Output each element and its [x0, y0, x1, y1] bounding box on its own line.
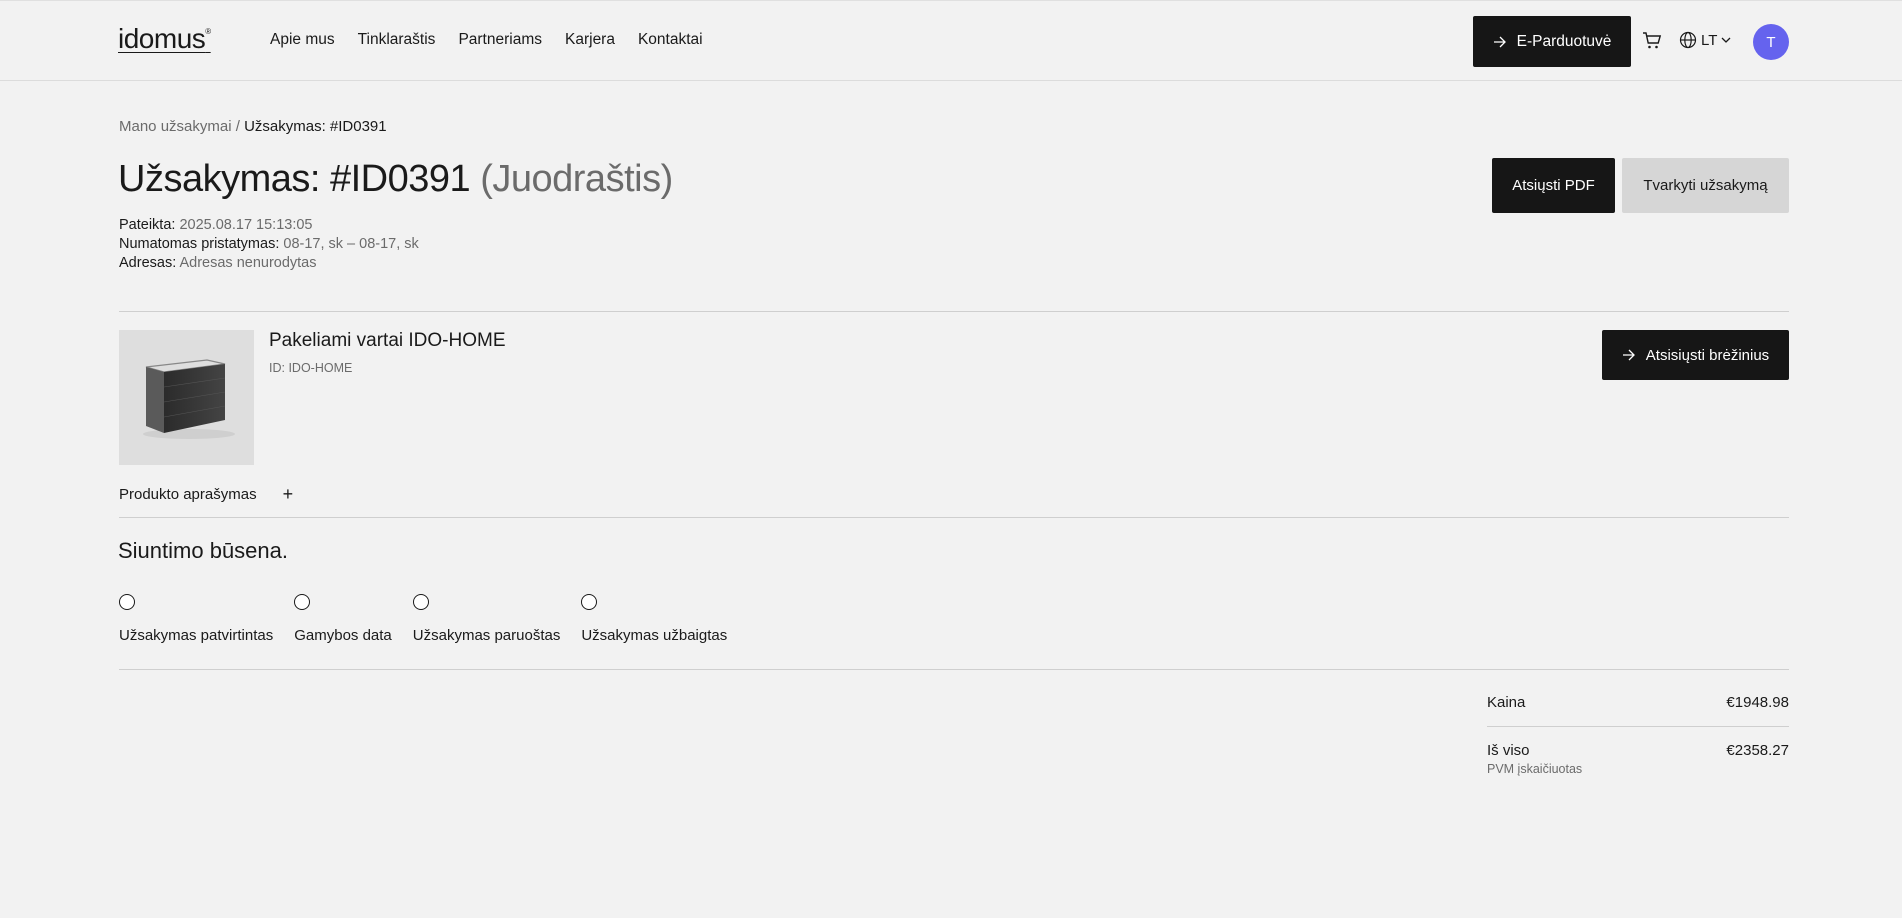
address-value: Adresas nenurodytas: [179, 255, 317, 271]
price-value: €1948.98: [1726, 694, 1789, 711]
main-nav: Apie mus Tinklaraštis Partneriams Karjer…: [270, 31, 726, 49]
arrow-right-icon: [1622, 349, 1635, 361]
address-row: Adresas: Adresas nenurodytas: [119, 254, 419, 273]
download-pdf-button[interactable]: Atsiųsti PDF: [1492, 158, 1615, 213]
shipping-step: Užsakymas paruoštas: [412, 594, 561, 644]
summary-divider: [1487, 726, 1789, 727]
step-indicator: [119, 594, 135, 610]
globe-icon: [1679, 31, 1697, 49]
breadcrumb-separator: /: [235, 118, 240, 135]
step-label: Užsakymas paruoštas: [412, 627, 561, 644]
language-code: LT: [1701, 31, 1718, 49]
eshop-button[interactable]: E-Parduotuvė: [1473, 16, 1631, 67]
submitted-label: Pateikta:: [119, 217, 176, 233]
manage-order-button[interactable]: Tvarkyti užsakymą: [1622, 158, 1789, 213]
user-avatar[interactable]: T: [1753, 24, 1789, 60]
breadcrumb: Mano užsakymai / Užsakymas: #ID0391: [119, 118, 387, 135]
shipping-status-title: Siuntimo būsena.: [118, 538, 288, 563]
delivery-label: Numatomas pristatymas:: [119, 236, 280, 252]
step-indicator: [294, 594, 311, 610]
chevron-down-icon: [1721, 37, 1731, 43]
breadcrumb-current: Užsakymas: #ID0391: [244, 118, 387, 135]
total-label: Iš viso: [1487, 742, 1530, 759]
plus-icon: +: [282, 484, 294, 504]
download-drawings-label: Atsisiųsti brėžinius: [1645, 346, 1770, 364]
page-title: Užsakymas: #ID0391 (Juodraštis): [118, 158, 673, 201]
product-description-label: Produkto aprašymas: [119, 486, 257, 503]
shipping-step: Gamybos data: [294, 594, 392, 644]
order-title: Užsakymas: #ID0391: [118, 158, 471, 200]
top-header: idomus® Apie mus Tinklaraštis Partneriam…: [0, 0, 1902, 81]
order-status: (Juodraštis): [480, 158, 673, 200]
delivery-row: Numatomas pristatymas: 08-17, sk – 08-17…: [119, 235, 419, 254]
step-label: Užsakymas patvirtintas: [119, 627, 274, 644]
order-meta: Pateikta: 2025.08.17 15:13:05 Numatomas …: [119, 216, 419, 273]
step-label: Gamybos data: [294, 627, 392, 644]
product-image: [119, 330, 254, 465]
nav-item-partners[interactable]: Partneriams: [458, 31, 542, 49]
nav-item-blog[interactable]: Tinklaraštis: [358, 31, 436, 49]
step-label: Užsakymas užbaigtas: [581, 627, 728, 644]
product-id: ID: IDO-HOME: [269, 361, 353, 375]
divider: [119, 311, 1789, 312]
language-selector[interactable]: LT: [1679, 31, 1731, 49]
brand-logo[interactable]: idomus®: [118, 23, 211, 55]
registered-mark: ®: [205, 27, 211, 36]
product-name: Pakeliami vartai IDO-HOME: [269, 330, 506, 351]
divider: [119, 517, 1789, 518]
shipping-steps: Užsakymas patvirtintas Gamybos data Užsa…: [119, 594, 748, 644]
nav-item-about[interactable]: Apie mus: [270, 31, 335, 49]
price-row: Kaina €1948.98: [1487, 694, 1789, 711]
vat-note: PVM įskaičiuotas: [1487, 762, 1583, 776]
shipping-step: Užsakymas patvirtintas: [119, 594, 273, 644]
download-drawings-button[interactable]: Atsisiųsti brėžinius: [1602, 330, 1789, 380]
step-indicator: [412, 594, 429, 610]
total-value: €2358.27: [1726, 742, 1789, 759]
delivery-value: 08-17, sk – 08-17, sk: [283, 236, 419, 252]
breadcrumb-parent[interactable]: Mano užsakymai: [119, 118, 232, 135]
nav-item-careers[interactable]: Karjera: [565, 31, 615, 49]
product-description-toggle[interactable]: Produkto aprašymas +: [119, 484, 293, 505]
garage-door-illustration: [143, 359, 235, 439]
cart-icon[interactable]: [1642, 31, 1662, 51]
nav-item-contacts[interactable]: Kontaktai: [638, 31, 703, 49]
address-label: Adresas:: [119, 255, 177, 271]
arrow-right-icon: [1493, 36, 1506, 47]
submitted-row: Pateikta: 2025.08.17 15:13:05: [119, 216, 419, 235]
submitted-value: 2025.08.17 15:13:05: [179, 217, 313, 233]
divider: [119, 669, 1789, 670]
brand-logo-text[interactable]: idomus: [118, 23, 206, 54]
total-row: Iš viso €2358.27: [1487, 742, 1789, 759]
eshop-button-label: E-Parduotuvė: [1516, 32, 1612, 50]
price-label: Kaina: [1487, 694, 1526, 711]
shipping-step: Užsakymas užbaigtas: [581, 594, 727, 644]
step-indicator: [581, 594, 598, 610]
